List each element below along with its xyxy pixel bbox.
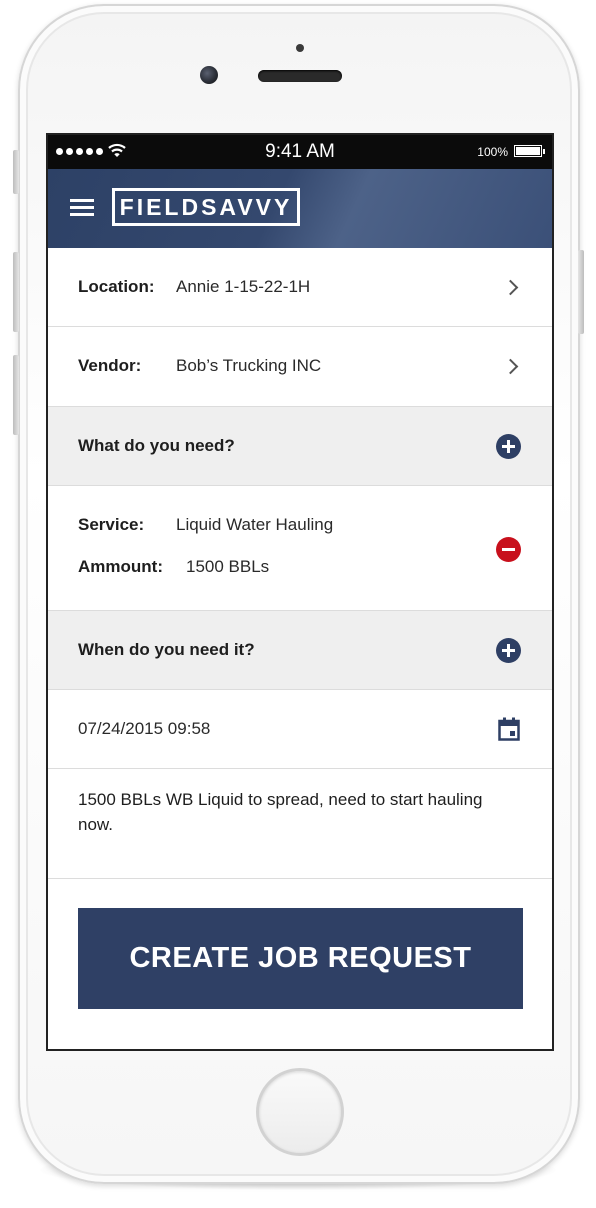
vendor-label: Vendor: xyxy=(78,356,142,375)
when-section-title: When do you need it? xyxy=(78,640,255,659)
amount-label: Ammount: xyxy=(78,557,163,576)
vendor-row[interactable]: Vendor: Bob’s Trucking INC xyxy=(48,327,552,407)
create-job-request-button[interactable]: CREATE JOB REQUEST xyxy=(78,908,523,1009)
service-label: Service: xyxy=(78,515,145,534)
amount-value: 1500 BBLs xyxy=(186,557,270,576)
fieldsavvy-logo: FIELDSAVVY xyxy=(112,188,300,226)
datetime-value: 07/24/2015 09:58 xyxy=(78,719,211,738)
need-section-header: What do you need? xyxy=(48,407,552,486)
calendar-icon[interactable] xyxy=(498,717,520,741)
chevron-right-icon xyxy=(502,358,519,375)
earpiece-speaker xyxy=(258,70,342,82)
battery-icon xyxy=(514,145,545,157)
location-value: Annie 1-15-22-1H xyxy=(176,277,311,296)
app-screen: 9:41 AM 100% FIELDSAVVY Location: Annie … xyxy=(46,133,554,1051)
add-circle-icon[interactable] xyxy=(496,638,521,663)
vendor-value: Bob’s Trucking INC xyxy=(176,356,322,375)
proximity-sensor xyxy=(296,44,304,52)
volume-down-button xyxy=(13,355,19,435)
volume-up-button xyxy=(13,252,19,332)
notes-text: 1500 BBLs WB Liquid to spread, need to s… xyxy=(78,790,483,834)
add-circle-icon[interactable] xyxy=(496,434,521,459)
power-button xyxy=(578,250,584,334)
need-section-title: What do you need? xyxy=(78,436,235,455)
location-label: Location: xyxy=(78,277,155,296)
chevron-right-icon xyxy=(502,279,519,296)
hamburger-menu-icon[interactable] xyxy=(70,199,94,217)
notes-row[interactable]: 1500 BBLs WB Liquid to spread, need to s… xyxy=(48,769,552,879)
app-header: FIELDSAVVY xyxy=(48,169,552,248)
home-button[interactable] xyxy=(256,1068,344,1156)
mute-switch xyxy=(13,150,19,194)
remove-circle-icon[interactable] xyxy=(496,537,521,562)
datetime-row[interactable]: 07/24/2015 09:58 xyxy=(48,690,552,769)
service-value: Liquid Water Hauling xyxy=(176,515,334,534)
when-section-header: When do you need it? xyxy=(48,611,552,690)
status-bar: 9:41 AM 100% xyxy=(48,135,552,169)
front-camera xyxy=(200,66,218,84)
battery-percent: 100% xyxy=(477,145,508,159)
location-row[interactable]: Location: Annie 1-15-22-1H xyxy=(48,248,552,327)
service-item: Service: Liquid Water Hauling Ammount: 1… xyxy=(48,486,552,611)
